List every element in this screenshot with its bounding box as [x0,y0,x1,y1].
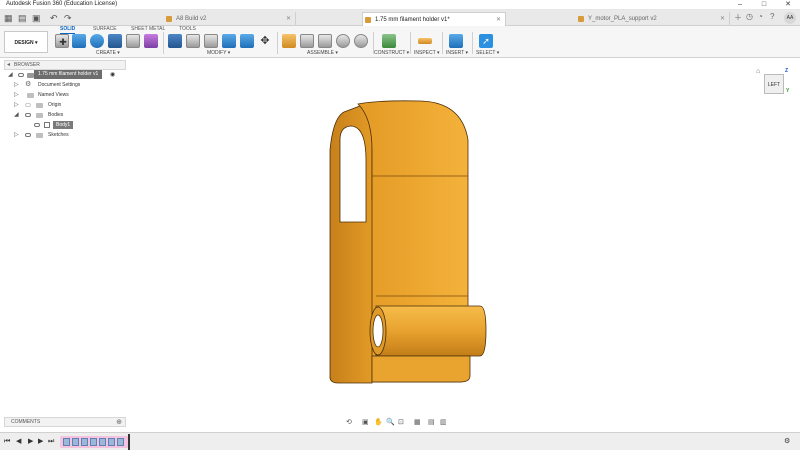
cylinder-hole [372,314,384,348]
timeline-feature[interactable] [90,438,97,446]
pan-icon[interactable]: ✋ [374,418,383,428]
play-icon[interactable]: ▶ [28,437,33,447]
timeline-feature[interactable] [63,438,70,446]
comments-panel: COMMENTS ⊕ [4,417,126,427]
step-forward-icon[interactable]: ▶ [38,437,43,447]
zoom-icon[interactable]: 🔍 [386,418,395,428]
timeline: ⏮ ◀ ▶ ▶ ⏭ ⚙ [0,432,800,450]
timeline-marker[interactable] [128,434,130,450]
home-view-icon[interactable]: ⌂ [756,68,760,75]
viewport-canvas[interactable] [0,0,800,450]
timeline-feature[interactable] [117,438,124,446]
fit-icon[interactable]: ⊡ [398,418,404,428]
ring-hole [339,125,367,223]
look-at-icon[interactable]: ▣ [362,418,369,428]
grid-settings-icon[interactable]: ▤ [428,418,435,428]
timeline-feature[interactable] [99,438,106,446]
timeline-feature[interactable] [81,438,88,446]
go-to-start-icon[interactable]: ⏮ [4,437,10,447]
timeline-features [60,436,130,448]
view-cube[interactable]: Z LEFT Y ⌂ [756,68,790,102]
step-back-icon[interactable]: ◀ [16,437,21,447]
add-comment-icon[interactable]: ⊕ [116,418,122,426]
timeline-feature[interactable] [72,438,79,446]
display-settings-icon[interactable]: ▦ [414,418,421,428]
bottom-cylinder [375,305,487,357]
viewports-icon[interactable]: ▥ [440,418,447,428]
navigation-bar: ⟲ ▣ ✋ 🔍 ⊡ ▦ ▤ ▥ [346,418,450,428]
timeline-settings-icon[interactable]: ⚙ [784,437,790,447]
timeline-feature[interactable] [108,438,115,446]
model-bottom-edge [371,355,471,383]
axis-y-label: Y [786,88,790,94]
view-cube-face[interactable]: LEFT [764,74,784,94]
orbit-icon[interactable]: ⟲ [346,418,352,428]
comments-title: COMMENTS [11,419,41,425]
axis-z-label: Z [785,68,789,74]
go-to-end-icon[interactable]: ⏭ [48,437,54,447]
